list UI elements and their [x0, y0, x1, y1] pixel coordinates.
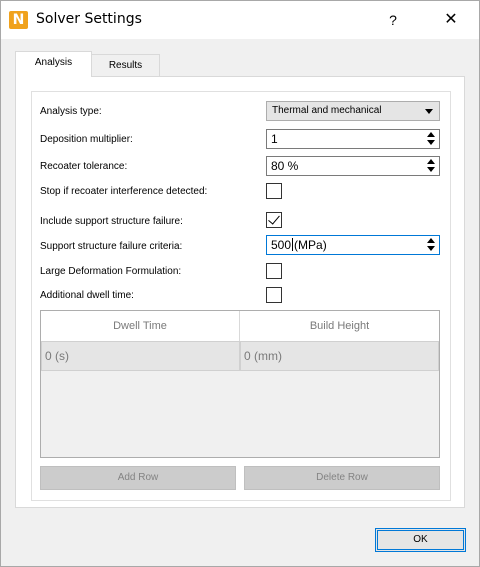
recoater-tolerance-label: Recoater tolerance: [40, 161, 128, 172]
ok-button[interactable]: OK [375, 528, 466, 552]
additional-dwell-checkbox[interactable] [266, 287, 282, 303]
stop-recoater-checkbox[interactable] [266, 183, 282, 199]
spin-down-icon[interactable] [425, 139, 437, 147]
delete-row-button[interactable]: Delete Row [244, 466, 440, 490]
title-bar: N Solver Settings ? ✕ [1, 1, 479, 39]
dwell-table: Dwell Time Build Height 0 (s) 0 (mm) [40, 310, 440, 458]
dropdown-arrow-icon [425, 109, 433, 114]
support-failure-criteria-stepper[interactable] [425, 237, 437, 253]
build-height-cell[interactable]: 0 (mm) [240, 341, 439, 371]
ok-button-label: OK [413, 534, 428, 545]
spin-up-icon[interactable] [425, 131, 437, 139]
large-deformation-checkbox[interactable] [266, 263, 282, 279]
spin-up-icon[interactable] [425, 158, 437, 166]
analysis-type-dropdown[interactable]: Thermal and mechanical [266, 101, 440, 121]
dialog-title: Solver Settings [36, 11, 142, 27]
spin-down-icon[interactable] [425, 245, 437, 253]
add-row-button[interactable]: Add Row [40, 466, 236, 490]
text-caret [292, 238, 294, 251]
stop-recoater-label: Stop if recoater interference detected: [40, 186, 208, 197]
support-failure-criteria-spinbox[interactable]: 500 (MPa) [266, 235, 440, 255]
tab-analysis[interactable]: Analysis [15, 51, 92, 77]
analysis-type-label: Analysis type: [40, 106, 102, 117]
solver-settings-dialog: N Solver Settings ? ✕ Analysis Results A… [0, 0, 480, 567]
support-failure-criteria-value: 500 [271, 238, 292, 252]
include-support-failure-label: Include support structure failure: [40, 216, 183, 227]
support-failure-criteria-unit: (MPa) [294, 238, 327, 252]
dwell-time-cell[interactable]: 0 (s) [41, 341, 240, 371]
spin-down-icon[interactable] [425, 166, 437, 174]
deposition-multiplier-spinbox[interactable]: 1 [266, 129, 440, 149]
deposition-multiplier-stepper[interactable] [425, 131, 437, 147]
support-failure-criteria-label: Support structure failure criteria: [40, 241, 183, 252]
analysis-type-value: Thermal and mechanical [272, 105, 382, 116]
dwell-time-column-header: Dwell Time [41, 311, 240, 341]
app-logo-icon: N [9, 11, 28, 29]
deposition-multiplier-value: 1 [271, 132, 278, 146]
recoater-tolerance-spinbox[interactable]: 80 % [266, 156, 440, 176]
recoater-tolerance-stepper[interactable] [425, 158, 437, 174]
support-failure-criteria-input[interactable]: 500 (MPa) [271, 238, 327, 253]
spin-up-icon[interactable] [425, 237, 437, 245]
help-button[interactable]: ? [380, 5, 406, 35]
tab-results[interactable]: Results [92, 54, 160, 78]
build-height-column-header: Build Height [240, 311, 439, 341]
deposition-multiplier-label: Deposition multiplier: [40, 134, 133, 145]
large-deformation-label: Large Deformation Formulation: [40, 266, 182, 277]
include-support-failure-checkbox[interactable] [266, 212, 282, 228]
recoater-tolerance-value: 80 % [271, 159, 299, 173]
additional-dwell-label: Additional dwell time: [40, 290, 134, 301]
checkmark-icon [268, 212, 280, 225]
close-button[interactable]: ✕ [431, 5, 471, 35]
